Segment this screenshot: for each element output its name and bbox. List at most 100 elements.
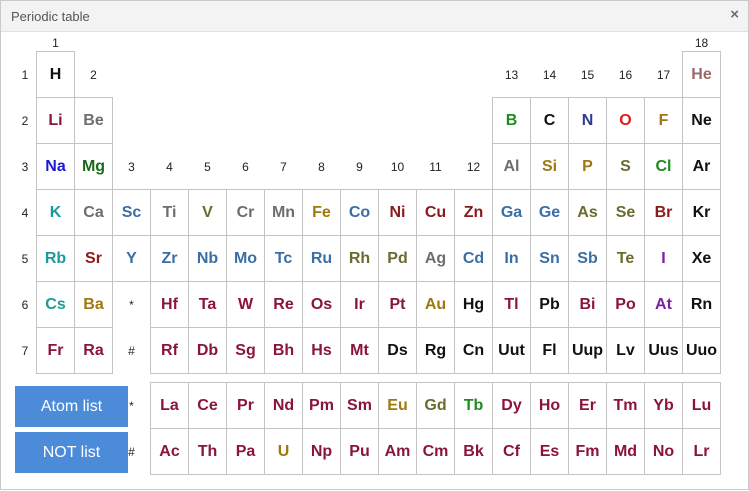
element-cell-ar[interactable]: Ar [682,143,721,190]
element-cell-uut[interactable]: Uut [492,327,531,374]
element-cell-mo[interactable]: Mo [226,235,265,282]
element-cell-o[interactable]: O [606,97,645,144]
element-cell-sm[interactable]: Sm [340,382,379,429]
element-cell-at[interactable]: At [644,281,683,328]
element-cell-ds[interactable]: Ds [378,327,417,374]
element-cell-k[interactable]: K [36,189,75,236]
element-cell-as[interactable]: As [568,189,607,236]
element-cell-sr[interactable]: Sr [74,235,113,282]
element-cell-pa[interactable]: Pa [226,428,265,475]
element-cell-tl[interactable]: Tl [492,281,531,328]
element-cell-pr[interactable]: Pr [226,382,265,429]
element-cell-ac[interactable]: Ac [150,428,189,475]
element-cell-ag[interactable]: Ag [416,235,455,282]
element-cell-bi[interactable]: Bi [568,281,607,328]
element-cell-in[interactable]: In [492,235,531,282]
element-cell-pd[interactable]: Pd [378,235,417,282]
element-cell-tb[interactable]: Tb [454,382,493,429]
element-cell-fm[interactable]: Fm [568,428,607,475]
element-cell-er[interactable]: Er [568,382,607,429]
element-cell-pm[interactable]: Pm [302,382,341,429]
element-cell-ra[interactable]: Ra [74,327,113,374]
element-cell-cr[interactable]: Cr [226,189,265,236]
element-cell-gd[interactable]: Gd [416,382,455,429]
element-cell-ne[interactable]: Ne [682,97,721,144]
element-cell-cm[interactable]: Cm [416,428,455,475]
element-cell-te[interactable]: Te [606,235,645,282]
element-cell-v[interactable]: V [188,189,227,236]
element-cell-i[interactable]: I [644,235,683,282]
element-cell-uup[interactable]: Uup [568,327,607,374]
element-cell-hs[interactable]: Hs [302,327,341,374]
element-cell-db[interactable]: Db [188,327,227,374]
element-cell-sb[interactable]: Sb [568,235,607,282]
not-list-button[interactable]: NOT list [15,432,128,473]
element-cell-yb[interactable]: Yb [644,382,683,429]
element-cell-b[interactable]: B [492,97,531,144]
element-cell-cs[interactable]: Cs [36,281,75,328]
element-cell-fr[interactable]: Fr [36,327,75,374]
element-cell-be[interactable]: Be [74,97,113,144]
element-cell-h[interactable]: H [36,51,75,98]
element-cell-mg[interactable]: Mg [74,143,113,190]
element-cell-cn[interactable]: Cn [454,327,493,374]
element-cell-lv[interactable]: Lv [606,327,645,374]
element-cell-hf[interactable]: Hf [150,281,189,328]
element-cell-ni[interactable]: Ni [378,189,417,236]
element-cell-s[interactable]: S [606,143,645,190]
element-cell-ir[interactable]: Ir [340,281,379,328]
element-cell-c[interactable]: C [530,97,569,144]
atom-list-button[interactable]: Atom list [15,386,128,427]
element-cell-tm[interactable]: Tm [606,382,645,429]
element-cell-mn[interactable]: Mn [264,189,303,236]
element-cell-bk[interactable]: Bk [454,428,493,475]
element-cell-rb[interactable]: Rb [36,235,75,282]
element-cell-se[interactable]: Se [606,189,645,236]
element-cell-sc[interactable]: Sc [112,189,151,236]
element-cell-es[interactable]: Es [530,428,569,475]
element-cell-u[interactable]: U [264,428,303,475]
element-cell-zn[interactable]: Zn [454,189,493,236]
element-cell-pb[interactable]: Pb [530,281,569,328]
element-cell-kr[interactable]: Kr [682,189,721,236]
element-cell-mt[interactable]: Mt [340,327,379,374]
element-cell-cd[interactable]: Cd [454,235,493,282]
element-cell-br[interactable]: Br [644,189,683,236]
element-cell-uus[interactable]: Uus [644,327,683,374]
element-cell-ta[interactable]: Ta [188,281,227,328]
element-cell-he[interactable]: He [682,51,721,98]
element-cell-al[interactable]: Al [492,143,531,190]
element-cell-na[interactable]: Na [36,143,75,190]
element-cell-si[interactable]: Si [530,143,569,190]
element-cell-ge[interactable]: Ge [530,189,569,236]
element-cell-po[interactable]: Po [606,281,645,328]
element-cell-xe[interactable]: Xe [682,235,721,282]
element-cell-f[interactable]: F [644,97,683,144]
element-cell-lu[interactable]: Lu [682,382,721,429]
element-cell-p[interactable]: P [568,143,607,190]
element-cell-uuo[interactable]: Uuo [682,327,721,374]
element-cell-fe[interactable]: Fe [302,189,341,236]
element-cell-md[interactable]: Md [606,428,645,475]
element-cell-ru[interactable]: Ru [302,235,341,282]
element-cell-nd[interactable]: Nd [264,382,303,429]
element-cell-zr[interactable]: Zr [150,235,189,282]
element-cell-th[interactable]: Th [188,428,227,475]
element-cell-no[interactable]: No [644,428,683,475]
element-cell-rn[interactable]: Rn [682,281,721,328]
element-cell-tc[interactable]: Tc [264,235,303,282]
element-cell-sn[interactable]: Sn [530,235,569,282]
element-cell-n[interactable]: N [568,97,607,144]
element-cell-pu[interactable]: Pu [340,428,379,475]
element-cell-fl[interactable]: Fl [530,327,569,374]
element-cell-ho[interactable]: Ho [530,382,569,429]
element-cell-co[interactable]: Co [340,189,379,236]
element-cell-rf[interactable]: Rf [150,327,189,374]
element-cell-cl[interactable]: Cl [644,143,683,190]
element-cell-cf[interactable]: Cf [492,428,531,475]
element-cell-w[interactable]: W [226,281,265,328]
element-cell-np[interactable]: Np [302,428,341,475]
element-cell-bh[interactable]: Bh [264,327,303,374]
element-cell-la[interactable]: La [150,382,189,429]
element-cell-am[interactable]: Am [378,428,417,475]
